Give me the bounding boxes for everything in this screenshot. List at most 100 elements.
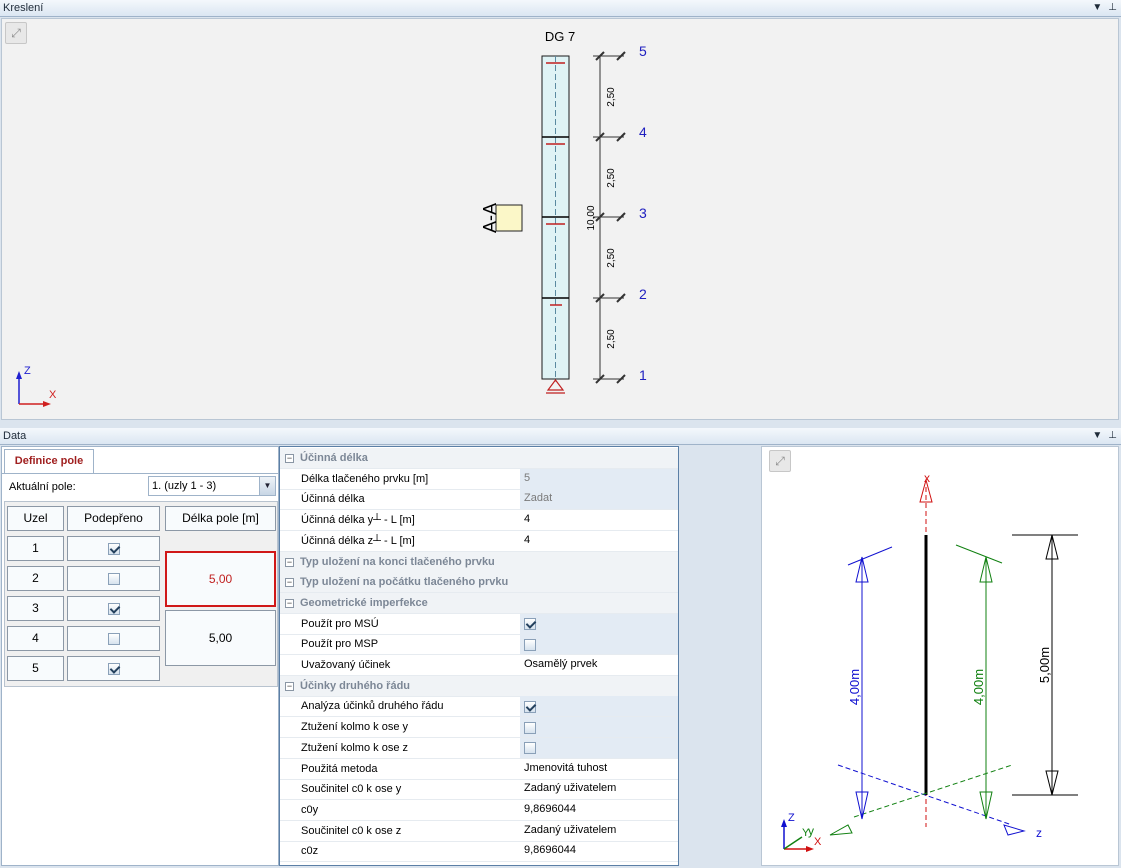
supported-checkbox[interactable] (67, 566, 160, 591)
data-panel: Definice pole Aktuální pole: 1. (uzly 1 … (1, 446, 1119, 867)
property-label: Účinky druhého řádu (300, 679, 411, 692)
property-checkbox[interactable] (520, 696, 678, 717)
node-cell: 5 (7, 656, 64, 681)
property-row[interactable]: Uvažovaný účinek Osamělý prvek (280, 655, 678, 676)
pin-icon[interactable]: ⊥ (1108, 430, 1117, 441)
property-label: Účinná délka (301, 493, 365, 506)
property-row[interactable]: c0z 9,8696044 (280, 841, 678, 863)
view-axis-triad: Z Y X (781, 812, 822, 852)
node-label-5: 5 (639, 43, 647, 59)
buckling-diagram: x 4,00m 4,00m 5,00m y z Z Y X (781, 471, 1078, 852)
property-value[interactable]: Zadat (520, 489, 678, 510)
property-row[interactable]: Účinná délka y┴ - L [m] 4 (280, 510, 678, 532)
span-length-selected[interactable]: 5,00 (165, 551, 276, 607)
property-group[interactable]: − Účinná délka (280, 448, 678, 469)
property-label: Součinitel c0 k ose z (301, 824, 402, 837)
member-name: DG 7 (545, 29, 575, 44)
data-panel-title: Data (3, 430, 27, 442)
property-label: c0z (301, 845, 319, 858)
axis-z-label: Z (24, 365, 31, 377)
property-label: Uvažovaný účinek (301, 659, 391, 671)
property-label: Analýza účinků druhého řádu (301, 700, 444, 713)
chevron-down-icon[interactable]: ▼ (259, 477, 275, 495)
property-value[interactable]: Zadaný uživatelem (520, 821, 678, 841)
tab-span-definition[interactable]: Definice pole (4, 449, 94, 473)
property-row[interactable]: Účinná délka Zadat (280, 489, 678, 511)
property-checkbox[interactable] (520, 737, 678, 758)
axis-x-label: X (49, 389, 57, 401)
property-row[interactable]: Délka tlačeného prvku [m] 5 (280, 468, 678, 490)
property-value[interactable]: Jmenovitá tuhost (520, 759, 678, 779)
data-panel-header: Data ▼ ⊥ (0, 428, 1121, 445)
property-row[interactable]: Součinitel c0 k ose y Zadaný uživatelem (280, 779, 678, 801)
collapse-toggle-icon[interactable]: − (285, 557, 294, 567)
property-value[interactable]: 9,8696044 (520, 800, 678, 820)
supported-checkbox[interactable] (67, 596, 160, 621)
collapse-toggle-icon[interactable]: − (285, 598, 294, 608)
property-label: Ztužení kolmo k ose z (301, 741, 408, 754)
property-group[interactable]: − Geometrické imperfekce (280, 592, 678, 614)
x-axis-label: x (924, 471, 930, 485)
segment-dim-2: 2,50 (606, 168, 617, 188)
property-value[interactable]: 4 (520, 531, 678, 551)
span-length[interactable]: 5,00 (165, 610, 276, 666)
property-value[interactable]: Osamělý prvek (520, 655, 678, 675)
buckling-3d-view[interactable]: ⤢ x 4,00m 4,00m 5,00m y z Z Y X (761, 446, 1119, 866)
property-row[interactable]: Ztužení kolmo k ose z (280, 737, 678, 759)
property-checkbox[interactable] (520, 613, 678, 634)
property-row[interactable]: c0y 9,8696044 (280, 800, 678, 821)
property-group[interactable]: − Účinky druhého řádu (280, 675, 678, 697)
dim-y-label: 4,00m (847, 669, 862, 705)
property-label: Účinná délka (300, 452, 368, 464)
panel-menu-icon[interactable]: ▼ (1092, 430, 1102, 441)
triad-z-label: Z (788, 812, 795, 824)
property-value[interactable]: 4 (520, 510, 678, 530)
property-label: Ztužení kolmo k ose y (301, 721, 408, 734)
property-group[interactable]: − Typ uložení na počátku tlačeného prvku (280, 572, 678, 594)
property-label: c0y (301, 803, 319, 816)
property-value[interactable]: Zadaný uživatelem (520, 779, 678, 799)
panel-menu-icon[interactable]: ▼ (1092, 2, 1102, 13)
drawing-canvas[interactable]: ⤢ A-A DG 7 10,00 2,50 2,50 2,50 2,50 5 4… (1, 18, 1119, 420)
supported-checkbox[interactable] (67, 656, 160, 681)
property-grid: − Účinná délka Délka tlačeného prvku [m] 5 Ú… (279, 446, 679, 866)
property-label: Účinná délka y┴ - L [m] (301, 514, 415, 527)
property-label: Použitá metoda (301, 762, 378, 775)
current-span-value: 1. (uzly 1 - 3) (152, 480, 217, 492)
triad-y-label: Y (802, 827, 810, 839)
collapse-toggle-icon[interactable]: − (285, 681, 294, 691)
section-label: A-A (480, 203, 500, 233)
property-row[interactable]: Analýza účinků druhého řádu (280, 696, 678, 718)
z-axis-label: z (1036, 826, 1042, 840)
property-value[interactable]: 5 (520, 468, 678, 489)
segment-dim-1: 2,50 (606, 87, 617, 107)
axis-triad: Z X (16, 365, 57, 407)
property-checkbox[interactable] (520, 634, 678, 655)
node-cell: 1 (7, 536, 64, 561)
supported-checkbox[interactable] (67, 536, 160, 561)
property-value (520, 572, 678, 593)
property-value[interactable]: 9,8696044 (520, 841, 678, 861)
collapse-toggle-icon[interactable]: − (285, 578, 294, 588)
current-span-select[interactable]: 1. (uzly 1 - 3) ▼ (148, 476, 276, 496)
column-header-node: Uzel (7, 506, 64, 531)
hinge-support (546, 379, 565, 394)
property-row[interactable]: Použít pro MSP (280, 634, 678, 656)
supported-checkbox[interactable] (67, 626, 160, 651)
node-label-2: 2 (639, 286, 647, 302)
property-checkbox[interactable] (520, 717, 678, 738)
segment-dim-3: 2,50 (606, 248, 617, 268)
property-row[interactable]: Ztužení kolmo k ose y (280, 717, 678, 739)
property-row[interactable]: Použít pro MSÚ (280, 613, 678, 635)
span-table: Uzel Podepřeno Délka pole [m] 1 2 3 4 5 … (4, 501, 278, 687)
property-label: Účinná délka z┴ - L [m] (301, 534, 415, 547)
property-group[interactable]: − Typ uložení na konci tlačeného prvku (280, 551, 678, 573)
pin-icon[interactable]: ⊥ (1108, 2, 1117, 13)
property-row[interactable]: Použitá metoda Jmenovitá tuhost (280, 759, 678, 780)
node-label-1: 1 (639, 367, 647, 383)
property-row[interactable]: Součinitel c0 k ose z Zadaný uživatelem (280, 821, 678, 842)
property-label: Geometrické imperfekce (300, 596, 428, 609)
property-row[interactable]: Účinná délka z┴ - L [m] 4 (280, 531, 678, 552)
node-label-4: 4 (639, 124, 647, 140)
collapse-toggle-icon[interactable]: − (285, 454, 294, 463)
